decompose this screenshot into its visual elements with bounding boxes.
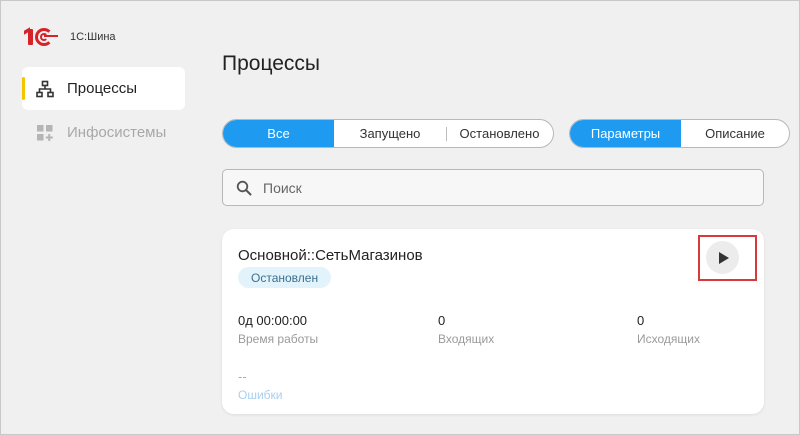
search-box [222, 169, 764, 206]
status-filter: Все Запущено Остановлено [222, 119, 554, 148]
sidebar-item-processes[interactable]: Процессы [22, 67, 185, 110]
errors-link[interactable]: -- Ошибки [238, 369, 283, 402]
sidebar-item-infosystems[interactable]: Инфосистемы [22, 111, 185, 154]
stat-outgoing: 0 Исходящих [637, 313, 700, 346]
app-logo: 1С:Шина [26, 28, 116, 46]
status-badge: Остановлен [238, 267, 332, 288]
stat-value: 0 [438, 313, 446, 328]
process-card: Основной::СетьМагазинов Остановлен 0д 00… [222, 229, 764, 414]
filter-running[interactable]: Запущено [334, 120, 446, 147]
stat-incoming: 0 Входящих [438, 313, 494, 346]
search-input[interactable] [263, 178, 743, 198]
page-title: Процессы [222, 52, 321, 75]
tab-description[interactable]: Описание [681, 120, 789, 147]
app-brand-name: 1С:Шина [70, 31, 116, 43]
errors-label: Ошибки [238, 388, 283, 402]
search-icon [236, 180, 252, 196]
errors-value: -- [238, 369, 247, 384]
hierarchy-icon [36, 80, 54, 98]
view-toggle: Параметры Описание [569, 119, 790, 148]
stat-value: 0д 00:00:00 [238, 313, 308, 328]
process-name: Основной::СетьМагазинов [238, 247, 423, 264]
sidebar-item-label: Процессы [67, 80, 138, 97]
start-process-button[interactable] [706, 241, 739, 274]
filter-all[interactable]: Все [223, 120, 334, 147]
filter-stopped[interactable]: Остановлено [446, 120, 553, 147]
apps-add-icon [37, 125, 53, 141]
stat-value: 0 [637, 313, 645, 328]
tab-parameters[interactable]: Параметры [570, 120, 681, 147]
stat-label: Исходящих [637, 332, 700, 346]
sidebar-item-label: Инфосистемы [67, 124, 167, 141]
1c-logo-icon [26, 28, 64, 46]
stat-label: Время работы [238, 332, 319, 346]
play-icon [719, 251, 729, 264]
stat-uptime: 0д 00:00:00 Время работы [238, 313, 318, 346]
stat-label: Входящих [438, 332, 495, 346]
